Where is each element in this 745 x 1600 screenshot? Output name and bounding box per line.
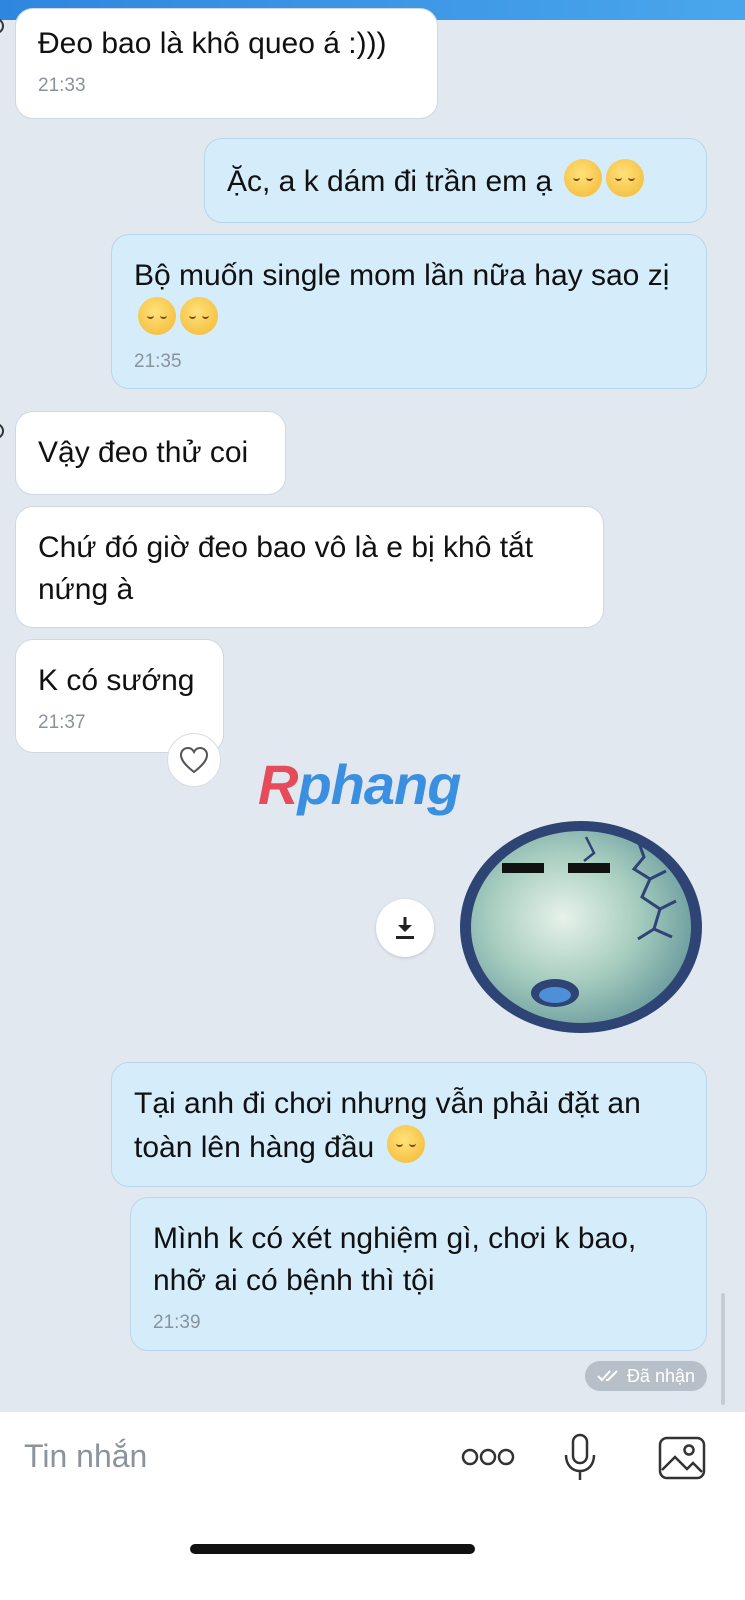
message-text: Bộ muốn single mom lần nữa hay sao zị xyxy=(134,259,670,292)
avatar-edge xyxy=(0,423,4,439)
message-time: 21:37 xyxy=(38,712,86,733)
message-text: Tại anh đi chơi nhưng vẫn phải đặt an to… xyxy=(134,1087,641,1164)
sleepy-face-emoji-icon xyxy=(564,159,603,197)
heart-icon xyxy=(179,746,209,774)
message-bubble-incoming[interactable]: Vậy đeo thử coi xyxy=(15,411,286,495)
home-indicator[interactable] xyxy=(190,1544,475,1554)
message-bubble-outgoing[interactable]: Tại anh đi chơi nhưng vẫn phải đặt an to… xyxy=(111,1062,707,1187)
message-text: Mình k có xét nghiệm gì, chơi k bao, nhỡ… xyxy=(153,1222,637,1297)
double-check-icon xyxy=(597,1370,618,1382)
watermark-letter: R xyxy=(258,753,298,816)
message-text: Chứ đó giờ đeo bao vô là e bị khô tắt nứ… xyxy=(38,531,534,606)
message-text: Ặc, a k dám đi trần em ạ xyxy=(227,165,553,198)
message-text: Đeo bao là khô queo á :))) xyxy=(38,27,387,60)
more-dots-icon[interactable] xyxy=(461,1446,515,1468)
avatar-edge xyxy=(0,18,4,34)
scrollbar[interactable] xyxy=(721,1293,725,1405)
message-bubble-incoming[interactable]: Chứ đó giờ đeo bao vô là e bị khô tắt nứ… xyxy=(15,506,604,628)
sleepy-face-emoji-icon xyxy=(180,297,218,335)
message-bubble-outgoing[interactable]: Mình k có xét nghiệm gì, chơi k bao, nhỡ… xyxy=(130,1197,707,1351)
reaction-button[interactable] xyxy=(167,733,221,787)
message-text: Vậy đeo thử coi xyxy=(38,436,249,469)
message-input[interactable]: Tin nhắn xyxy=(24,1438,147,1475)
message-bubble-outgoing[interactable]: Ặc, a k dám đi trần em ạ xyxy=(204,138,707,223)
received-label: Đã nhận xyxy=(626,1365,695,1386)
message-time: 21:33 xyxy=(38,75,86,96)
download-icon xyxy=(396,917,414,939)
watermark-text: phang xyxy=(297,753,461,816)
message-time: 21:35 xyxy=(134,351,182,372)
image-icon[interactable] xyxy=(658,1436,706,1480)
sleepy-face-emoji-icon xyxy=(138,297,176,335)
sleepy-face-emoji-icon xyxy=(606,159,645,197)
download-button[interactable] xyxy=(376,899,434,957)
sleepy-ball-sticker[interactable] xyxy=(456,817,706,1037)
microphone-icon[interactable] xyxy=(563,1433,597,1483)
message-text: K có sướng xyxy=(38,664,195,697)
message-time: 21:39 xyxy=(153,1312,201,1333)
sleepy-face-emoji-icon xyxy=(386,1125,425,1163)
message-bubble-outgoing[interactable]: Bộ muốn single mom lần nữa hay sao zị 21… xyxy=(111,234,707,389)
watermark-logo: Rphang xyxy=(258,752,461,817)
message-bubble-incoming[interactable]: Đeo bao là khô queo á :))) 21:33 xyxy=(15,8,438,119)
received-status-badge: Đã nhận xyxy=(584,1361,707,1391)
